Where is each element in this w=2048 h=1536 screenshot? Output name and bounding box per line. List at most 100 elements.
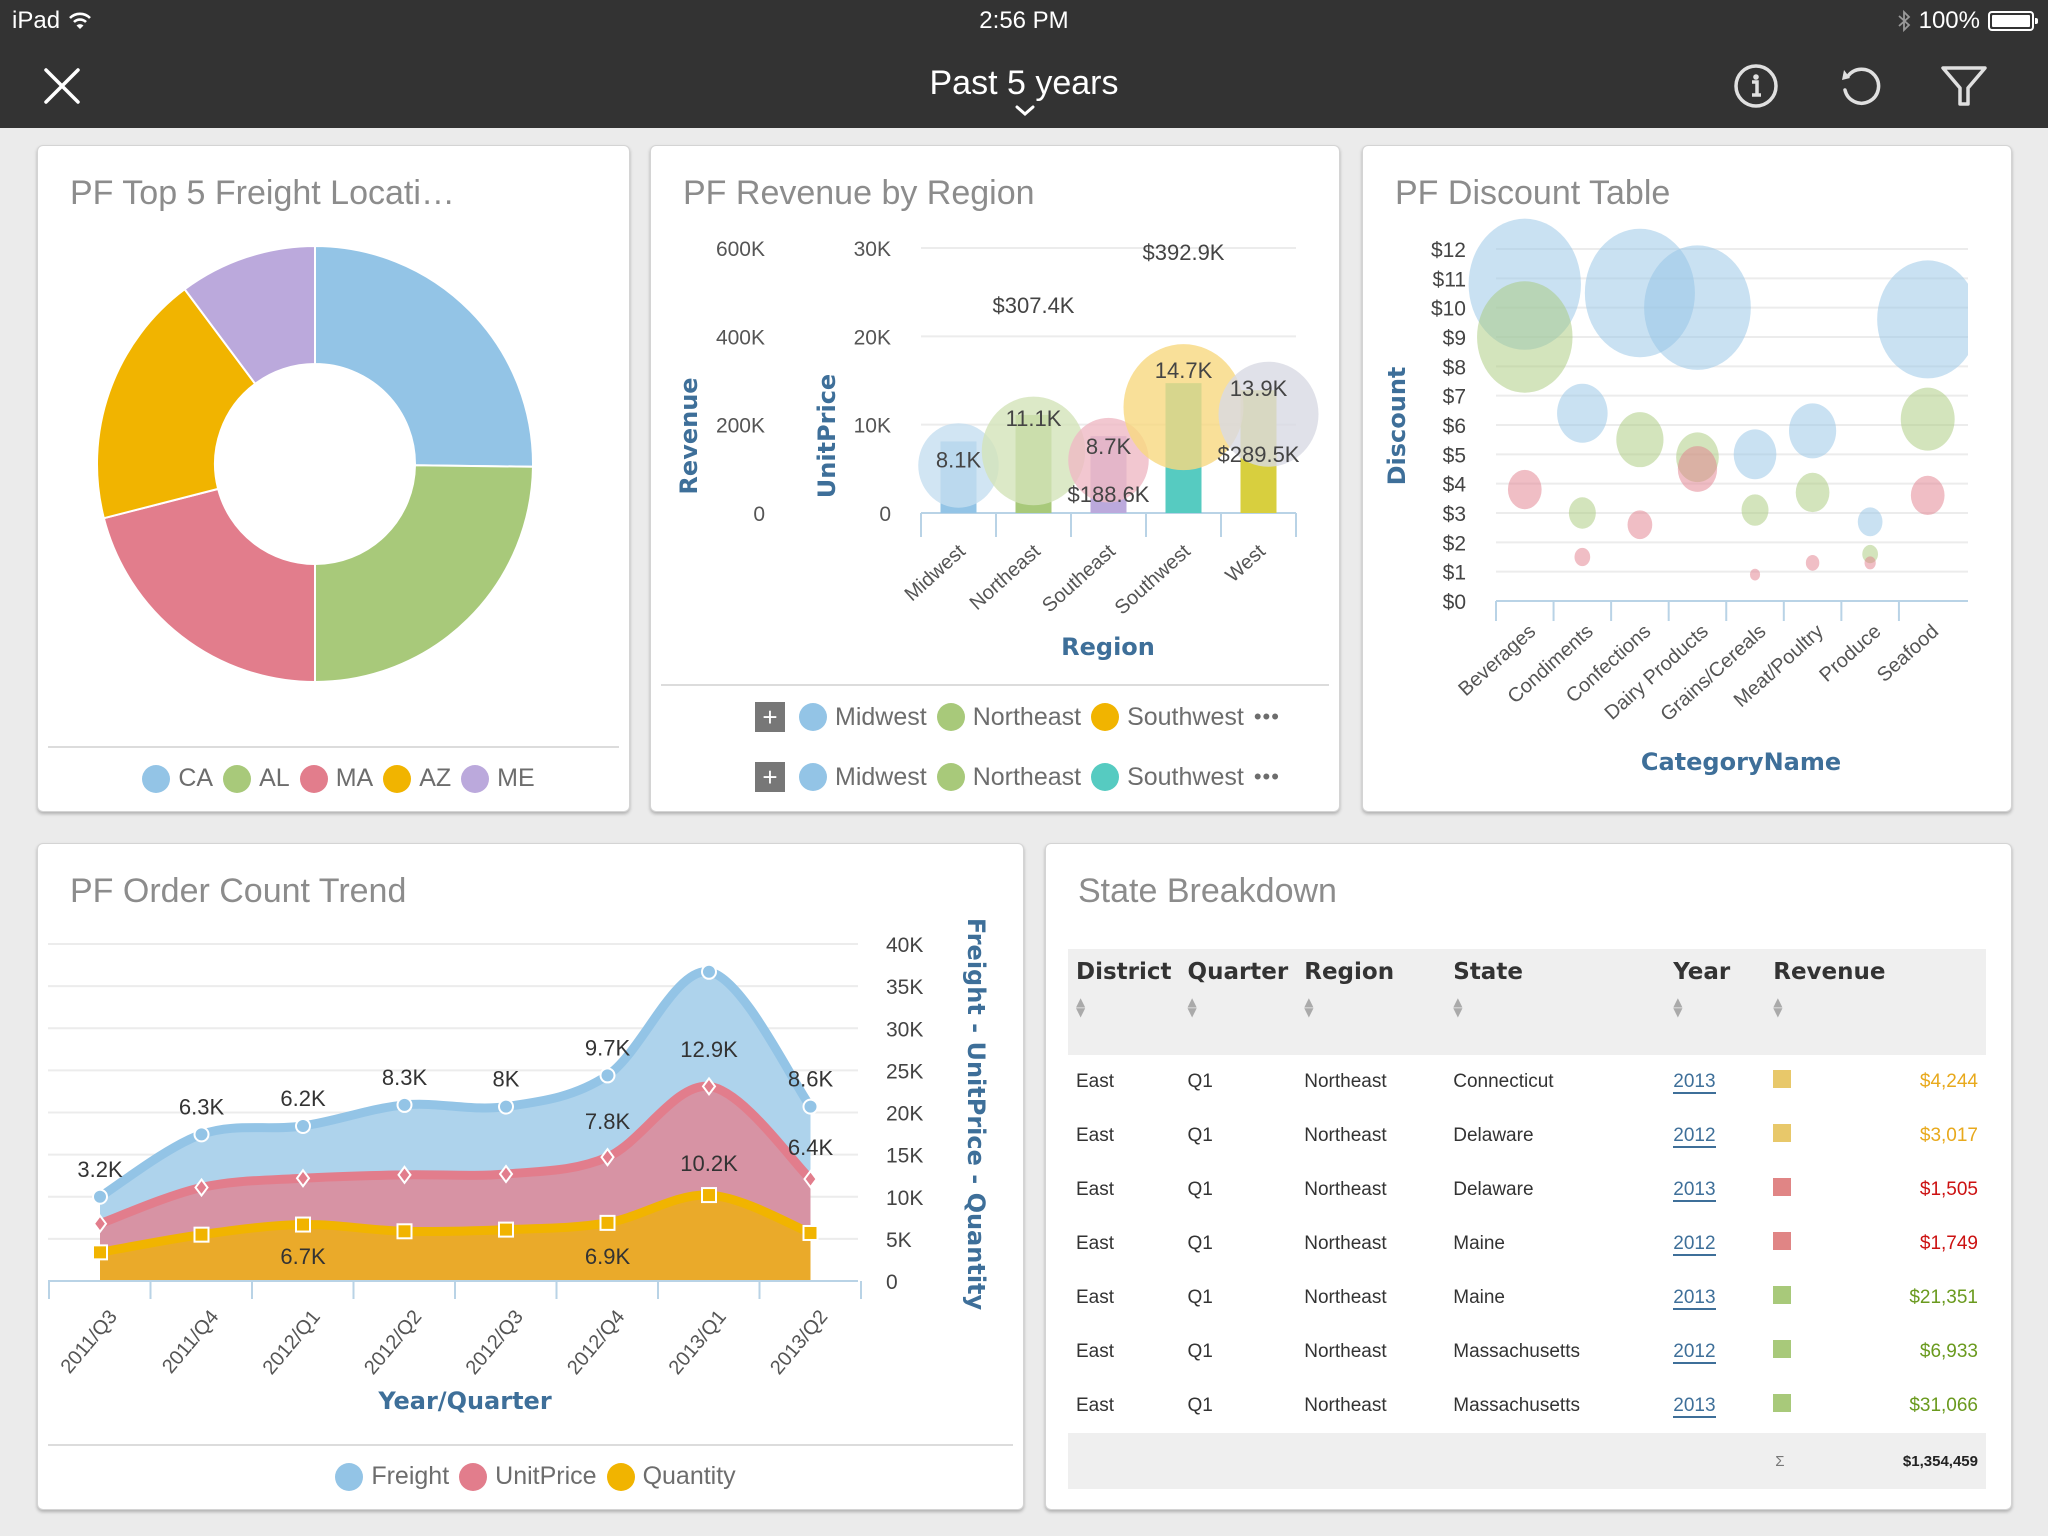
marker-freight[interactable] (396, 1096, 413, 1113)
sort-icon[interactable]: ▲ ▼ (1076, 996, 1172, 1018)
bubble-seafood-pink[interactable] (1910, 475, 1945, 516)
bubble-beverages-green[interactable] (1477, 281, 1573, 393)
bubble-condiments-pink[interactable] (1574, 547, 1591, 567)
column-header-region[interactable]: Region ▲ ▼ (1296, 949, 1445, 1055)
marker-quantity[interactable] (92, 1244, 108, 1261)
cell-state: Connecticut (1453, 1071, 1554, 1092)
bubble-confections-green[interactable] (1616, 412, 1664, 468)
column-header-revenue[interactable]: Revenue ▲ ▼ (1765, 949, 1986, 1055)
bubble-grains-cereals-blue[interactable] (1733, 429, 1777, 480)
bubble-dairy-products-pink[interactable] (1677, 446, 1718, 492)
marker-quantity[interactable] (295, 1216, 311, 1233)
legend-label[interactable]: AL (259, 764, 290, 793)
marker-freight[interactable] (295, 1117, 311, 1134)
legend-label[interactable]: Freight (371, 1462, 449, 1491)
year-link[interactable]: 2013 (1673, 1071, 1716, 1094)
bubble-dairy-products-blue[interactable] (1644, 245, 1751, 370)
column-header-quarter[interactable]: Quarter ▲ ▼ (1180, 949, 1297, 1055)
table-row[interactable]: East Q1 Northeast Maine 2013 $21,351 (1068, 1271, 1986, 1325)
sort-icon[interactable]: ▲ ▼ (1304, 996, 1437, 1018)
marker-freight[interactable] (193, 1126, 210, 1143)
marker-freight[interactable] (802, 1098, 819, 1115)
cell-revenue: $1,749 (1919, 1233, 1978, 1254)
chevron-down-icon[interactable] (1014, 104, 1036, 118)
more-legend-button[interactable]: ••• (1254, 764, 1280, 790)
legend-label[interactable]: CA (178, 764, 213, 793)
revenue-by-region-card[interactable]: PF Revenue by Region 0 0 200K 10K 400K 20K 600… (650, 145, 1340, 812)
marker-quantity[interactable] (498, 1221, 514, 1238)
bubble-beverages-pink[interactable] (1507, 469, 1542, 510)
marker-freight[interactable] (498, 1098, 514, 1115)
marker-quantity[interactable] (396, 1223, 413, 1240)
legend-divider (48, 1444, 1013, 1446)
bubble-condiments-blue[interactable] (1557, 383, 1608, 443)
year-link[interactable]: 2012 (1673, 1125, 1716, 1148)
table-row[interactable]: East Q1 Northeast Maine 2012 $1,749 (1068, 1217, 1986, 1271)
table-row[interactable]: East Q1 Northeast Massachusetts 2012 $6,933 (1068, 1325, 1986, 1379)
discount-table-card[interactable]: PF Discount Table $0 $1 $2 $3 $4 $5 $6 $7 $8 $9 $1… (1362, 145, 2012, 812)
legend-label[interactable]: Southwest (1127, 763, 1244, 792)
info-icon[interactable] (1730, 60, 1782, 112)
more-legend-button[interactable]: ••• (1254, 704, 1280, 730)
legend-label[interactable]: UnitPrice (495, 1462, 596, 1491)
freight-locations-card[interactable]: PF Top 5 Freight Locati… CA AL MA AZ ME (37, 145, 630, 812)
year-link[interactable]: 2013 (1673, 1179, 1716, 1202)
year-link[interactable]: 2012 (1673, 1341, 1716, 1364)
marker-quantity[interactable] (701, 1187, 717, 1204)
table-row[interactable]: East Q1 Northeast Connecticut 2013 $4,244 (1068, 1055, 1986, 1109)
column-header-year[interactable]: Year ▲ ▼ (1665, 949, 1765, 1055)
legend-label[interactable]: Northeast (973, 763, 1081, 792)
table-row[interactable]: East Q1 Northeast Massachusetts 2013 $31,066 (1068, 1379, 1986, 1433)
expand-legend-button[interactable]: + (755, 702, 785, 732)
expand-legend-button[interactable]: + (755, 762, 785, 792)
bubble-grains-cereals-pink[interactable] (1749, 568, 1761, 581)
legend-label[interactable]: Quantity (643, 1462, 736, 1491)
sort-icon[interactable]: ▲ ▼ (1188, 996, 1289, 1018)
sort-icon[interactable]: ▲ ▼ (1453, 996, 1657, 1018)
bubble-produce-pink[interactable] (1864, 556, 1876, 570)
legend-label[interactable]: Midwest (835, 703, 927, 732)
bubble-seafood-blue[interactable] (1877, 260, 1978, 379)
freight-legend: CA AL MA AZ ME (38, 764, 629, 793)
data-label: 6.7K (280, 1244, 326, 1269)
refresh-icon[interactable] (1834, 60, 1886, 112)
table-row[interactable]: East Q1 Northeast Delaware 2013 $1,505 (1068, 1163, 1986, 1217)
year-link[interactable]: 2013 (1673, 1395, 1716, 1418)
legend-label[interactable]: MA (336, 764, 374, 793)
sort-icon[interactable]: ▲ ▼ (1773, 996, 1978, 1018)
bubble-produce-blue[interactable] (1857, 507, 1883, 537)
sort-icon[interactable]: ▲ ▼ (1673, 996, 1757, 1018)
year-link[interactable]: 2013 (1673, 1287, 1716, 1310)
legend-swatch (1091, 703, 1120, 731)
bubble-grains-cereals-green[interactable] (1741, 494, 1769, 526)
marker-quantity[interactable] (802, 1224, 819, 1241)
legend-label[interactable]: Northeast (973, 703, 1081, 732)
marker-quantity[interactable] (193, 1226, 210, 1243)
bubble-condiments-green[interactable] (1568, 497, 1596, 529)
bubble-confections-pink[interactable] (1627, 510, 1653, 540)
legend-label[interactable]: AZ (419, 764, 451, 793)
column-header-district[interactable]: District ▲ ▼ (1068, 949, 1180, 1055)
column-header-state[interactable]: State ▲ ▼ (1445, 949, 1665, 1055)
cell-district: East (1076, 1179, 1115, 1200)
marker-freight[interactable] (599, 1067, 616, 1084)
marker-freight[interactable] (92, 1188, 108, 1205)
bubble-seafood-green[interactable] (1900, 387, 1955, 451)
legend-label[interactable]: ME (497, 764, 535, 793)
bubble-meat-poultry-green[interactable] (1795, 472, 1830, 513)
legend-label[interactable]: Midwest (835, 763, 927, 792)
donut-slice-ca[interactable] (314, 246, 534, 468)
bubble-meat-poultry-blue[interactable] (1788, 403, 1837, 459)
bubble-meat-poultry-pink[interactable] (1805, 555, 1820, 571)
legend-label[interactable]: Southwest (1127, 703, 1244, 732)
marker-quantity[interactable] (599, 1214, 616, 1231)
donut-slice-al[interactable] (314, 464, 534, 684)
table-row[interactable]: East Q1 Northeast Delaware 2012 $3,017 (1068, 1109, 1986, 1163)
order-count-trend-card[interactable]: PF Order Count Trend 0 5K 10K 15K 20K 25K 30K 3… (37, 843, 1024, 1510)
marker-freight[interactable] (701, 963, 717, 980)
filter-icon[interactable] (1938, 60, 1990, 112)
donut-slice-ma[interactable] (102, 487, 316, 684)
state-breakdown-card[interactable]: State Breakdown District ▲ ▼ Quarter ▲ ▼ Regio… (1045, 843, 2012, 1510)
year-link[interactable]: 2012 (1673, 1233, 1716, 1256)
y-tick-label: 0 (886, 1271, 898, 1294)
